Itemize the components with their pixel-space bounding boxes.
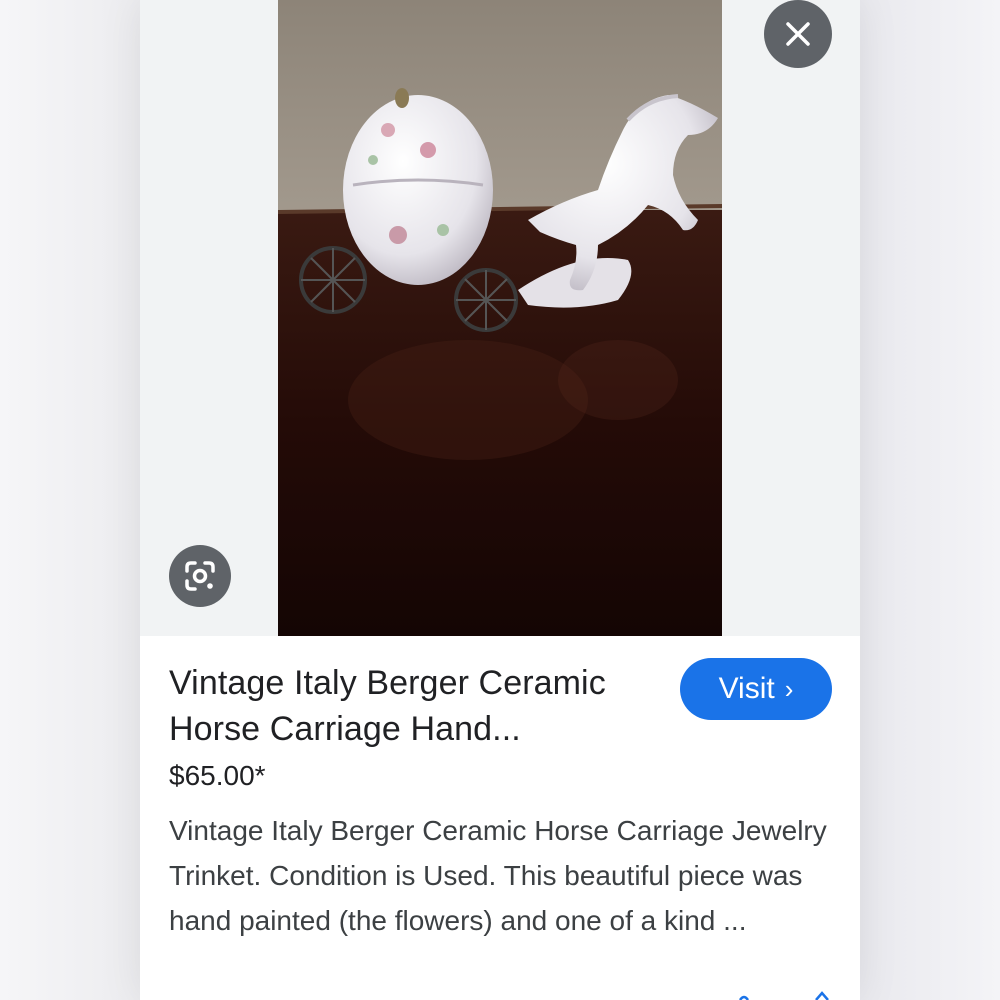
visit-button[interactable]: Visit › [680,658,832,720]
close-icon [786,22,810,46]
visit-label: Visit [718,672,775,705]
result-description: Vintage Italy Berger Ceramic Horse Carri… [169,815,827,936]
partial-icons [738,991,829,1000]
product-photo[interactable] [278,0,722,636]
backdrop-right [860,0,1000,1000]
google-lens-button[interactable] [169,545,231,607]
chevron-right-icon: › [784,674,794,704]
image-viewer [140,0,860,636]
result-info-panel: Vintage Italy Berger Ceramic Horse Carri… [140,636,860,1000]
result-title[interactable]: Vintage Italy Berger Ceramic Horse Carri… [169,660,669,752]
image-result-sheet: Vintage Italy Berger Ceramic Horse Carri… [140,0,860,1000]
google-lens-icon [185,561,215,591]
result-price: $65.00* [169,760,266,791]
backdrop-left [0,0,140,1000]
close-button[interactable] [764,0,832,68]
